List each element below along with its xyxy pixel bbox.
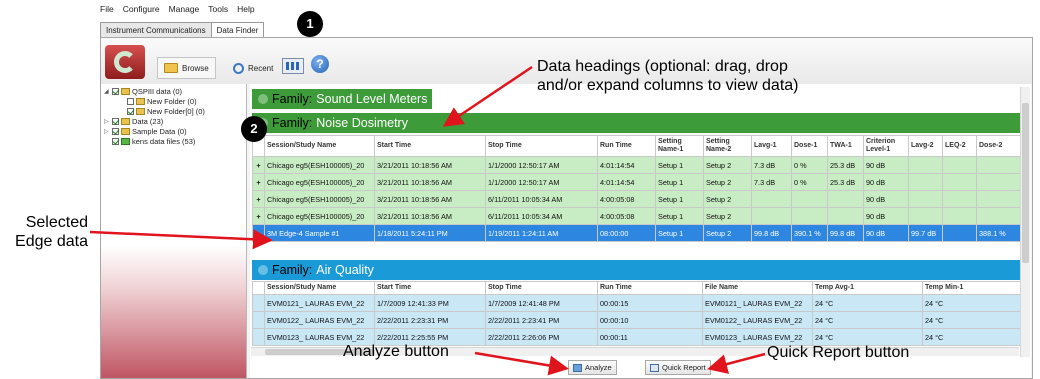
arrow-to-quick-report-button	[707, 352, 766, 374]
arrow-to-selected-row	[89, 229, 273, 250]
arrow-to-data-headings	[442, 65, 533, 127]
screenshot: File Configure Manage Tools Help Instrum…	[0, 0, 1040, 379]
annotation-arrows	[89, 65, 766, 376]
arrow-to-analyze-button	[474, 351, 569, 376]
